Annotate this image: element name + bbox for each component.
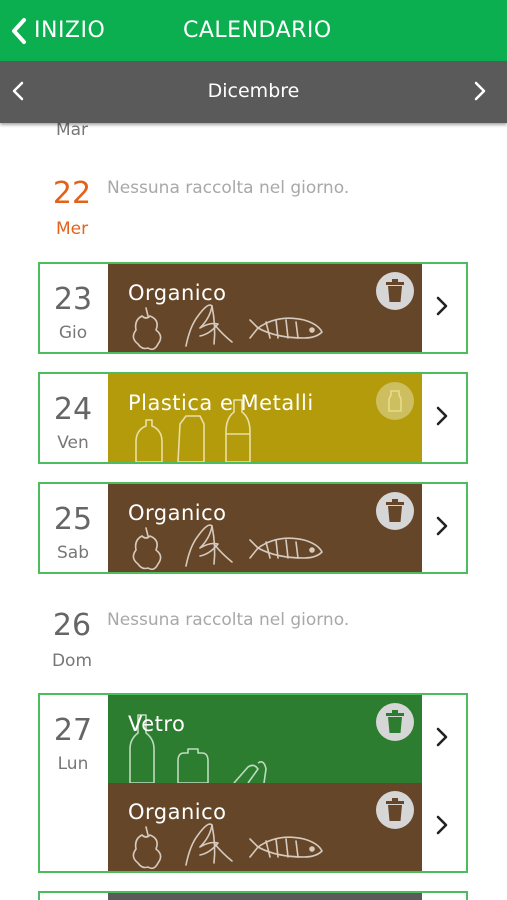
day-number: 23 bbox=[53, 282, 93, 317]
trash-icon bbox=[376, 382, 414, 420]
trash-icon bbox=[376, 703, 414, 741]
month-navigation: Dicembre bbox=[0, 61, 507, 123]
next-month-button[interactable] bbox=[473, 80, 487, 106]
collection-organico[interactable]: Organico bbox=[108, 783, 422, 871]
back-button[interactable]: INIZIO bbox=[10, 0, 105, 61]
organic-waste-icon bbox=[132, 524, 323, 571]
no-collection-note: Nessuna raccolta nel giorno. bbox=[107, 610, 350, 630]
day-name: Gio bbox=[58, 323, 88, 343]
collection-card: 27 Lun Vetro Organico bbox=[38, 693, 468, 873]
organic-waste-icon bbox=[132, 304, 323, 351]
trash-icon bbox=[376, 492, 414, 530]
organic-waste-icon bbox=[132, 823, 323, 870]
plastic-bottles-icon bbox=[135, 399, 251, 462]
day-number: 24 bbox=[53, 392, 93, 427]
collection-label: Organico bbox=[128, 501, 227, 525]
no-collection-note: Nessuna raccolta nel giorno. bbox=[107, 178, 350, 198]
page-title: CALENDARIO bbox=[183, 18, 332, 43]
collection-card: 25 Sab Organico bbox=[38, 482, 468, 574]
collection-organico[interactable]: Organico bbox=[108, 264, 422, 352]
day-name: Ven bbox=[57, 433, 89, 453]
day-name: Dom bbox=[51, 651, 93, 671]
day-name: Lun bbox=[57, 754, 89, 774]
collection-label: Organico bbox=[128, 800, 227, 824]
day-number: 22 bbox=[52, 176, 92, 211]
collection-label: Organico bbox=[128, 281, 227, 305]
chevron-right-icon[interactable] bbox=[436, 406, 448, 430]
month-label: Dicembre bbox=[207, 80, 300, 102]
collection-label: Vetro bbox=[128, 712, 186, 736]
chevron-right-icon bbox=[474, 81, 486, 101]
collection-card bbox=[38, 891, 468, 900]
trash-icon bbox=[376, 791, 414, 829]
chevron-right-icon[interactable] bbox=[436, 516, 448, 540]
day-number: 27 bbox=[53, 713, 93, 748]
collection-card: 24 Ven Plastica e Metalli bbox=[38, 372, 468, 464]
day-name: Mar bbox=[55, 123, 89, 140]
back-label: INIZIO bbox=[34, 18, 106, 43]
chevron-right-icon[interactable] bbox=[436, 815, 448, 839]
trash-icon bbox=[376, 272, 414, 310]
day-name: Mer bbox=[55, 219, 89, 239]
glass-bottles-icon bbox=[129, 714, 267, 783]
day-number: 25 bbox=[53, 502, 93, 537]
chevron-left-icon bbox=[12, 17, 26, 44]
collection-organico[interactable]: Organico bbox=[108, 484, 422, 572]
calendar-list[interactable]: Mar 22 Mer Nessuna raccolta nel giorno. … bbox=[0, 123, 507, 900]
collection-vetro[interactable]: Vetro bbox=[108, 695, 422, 783]
chevron-right-icon[interactable] bbox=[436, 296, 448, 320]
app-header: INIZIO CALENDARIO bbox=[0, 0, 507, 61]
collection-card: 23 Gio Organico bbox=[38, 262, 468, 354]
collection-plastica-metalli[interactable]: Plastica e Metalli bbox=[108, 374, 422, 462]
day-name: Sab bbox=[57, 543, 89, 563]
collection-band[interactable] bbox=[108, 893, 422, 900]
chevron-right-icon[interactable] bbox=[436, 727, 448, 751]
collection-label: Plastica e Metalli bbox=[128, 391, 314, 415]
day-number: 26 bbox=[52, 608, 92, 643]
